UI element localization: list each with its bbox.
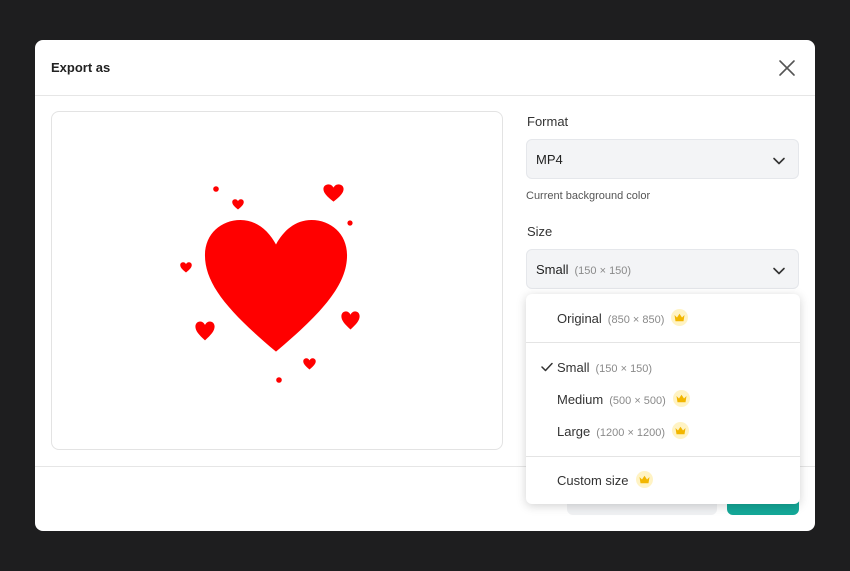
small-heart xyxy=(323,184,344,202)
chevron-down-icon xyxy=(773,267,785,275)
option-label: Large xyxy=(557,424,591,439)
chevron-down-icon xyxy=(773,157,785,165)
format-label: Format xyxy=(527,114,569,129)
close-icon xyxy=(779,60,795,76)
option-dimensions: (500 × 500) xyxy=(609,395,666,407)
size-option-original[interactable]: Original (850 × 850) xyxy=(526,304,800,332)
menu-divider xyxy=(526,342,800,343)
small-heart xyxy=(303,358,316,370)
size-option-custom[interactable]: Custom size xyxy=(526,466,800,494)
menu-divider xyxy=(526,456,800,457)
option-label: Small xyxy=(557,360,590,375)
option-label: Custom size xyxy=(557,473,629,488)
format-select[interactable]: MP4 xyxy=(526,139,799,179)
format-value: MP4 xyxy=(536,152,563,167)
option-dimensions: (150 × 150) xyxy=(595,363,653,375)
check-icon xyxy=(541,362,553,372)
size-select[interactable]: Small (150 × 150) xyxy=(526,249,799,289)
size-option-large[interactable]: Large (1200 × 1200) xyxy=(526,417,800,445)
size-dropdown-menu: Original (850 × 850) Small (150 × 150) Med… xyxy=(526,294,800,504)
main-heart xyxy=(204,220,348,352)
preview-canvas xyxy=(51,111,503,450)
option-label: Medium xyxy=(557,392,604,407)
size-value-dimensions: (150 × 150) xyxy=(574,265,632,277)
crown-icon xyxy=(672,422,690,440)
dialog-header: Export as xyxy=(35,40,815,96)
option-label: Original xyxy=(557,311,602,326)
close-button[interactable] xyxy=(777,58,797,78)
background-color-helper[interactable]: Current background color xyxy=(526,190,650,202)
crown-icon xyxy=(635,471,653,489)
dot xyxy=(213,186,219,192)
crown-icon xyxy=(671,309,689,327)
small-heart xyxy=(180,262,192,273)
crown-icon xyxy=(672,390,690,408)
size-option-medium[interactable]: Medium (500 × 500) xyxy=(526,385,800,413)
dialog-title: Export as xyxy=(51,60,111,75)
size-option-small[interactable]: Small (150 × 150) xyxy=(526,353,800,381)
size-label: Size xyxy=(527,224,553,239)
dot xyxy=(347,220,353,226)
small-heart xyxy=(232,199,244,210)
dot xyxy=(276,377,282,383)
hearts-artwork xyxy=(180,184,360,383)
size-value: Small (150 × 150) xyxy=(536,262,632,277)
small-heart xyxy=(341,311,360,330)
option-dimensions: (850 × 850) xyxy=(607,314,665,326)
option-dimensions: (1200 × 1200) xyxy=(596,427,666,439)
small-heart xyxy=(195,321,215,341)
